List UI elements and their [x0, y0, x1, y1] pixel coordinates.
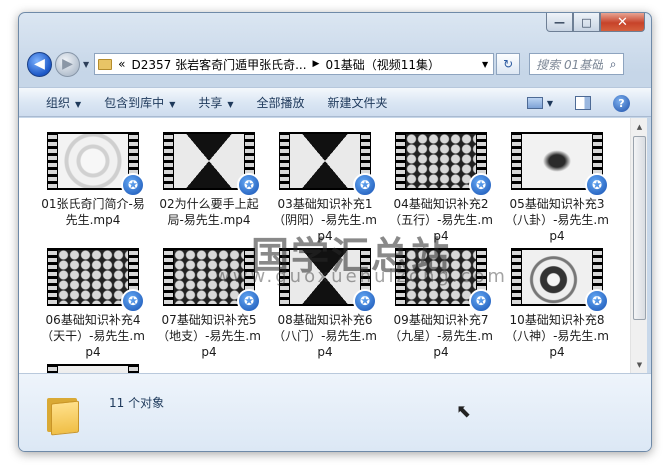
close-button[interactable]: ✕	[600, 13, 645, 32]
search-placeholder: 搜索 01基础...	[536, 57, 604, 72]
video-thumbnail: ✪	[511, 132, 609, 197]
address-bar[interactable]: « D2357 张岩客奇门遁甲张氏奇... ▶ 01基础（视频11集） ▼	[94, 53, 495, 75]
video-frame	[58, 366, 128, 373]
file-item[interactable]	[38, 364, 148, 373]
video-thumbnail: ✪	[395, 132, 493, 197]
file-name-label: 07基础知识补充5（地支）-易先生.mp4	[157, 313, 261, 359]
preview-pane-icon[interactable]	[575, 96, 591, 110]
share-label: 共享	[198, 95, 223, 110]
help-icon[interactable]: ?	[613, 94, 630, 112]
video-frame	[406, 134, 476, 188]
breadcrumb-parent[interactable]: D2357 张岩客奇门遁甲张氏奇...	[132, 56, 307, 73]
video-thumbnail: ✪	[279, 132, 377, 197]
video-thumbnail	[47, 364, 139, 373]
navigation-bar: ◀ ▶ ▼ « D2357 张岩客奇门遁甲张氏奇... ▶ 01基础（视频11集…	[27, 49, 643, 79]
scrollbar-thumb[interactable]	[633, 136, 646, 320]
new-folder-button[interactable]: 新建文件夹	[328, 94, 388, 111]
media-player-badge-icon: ✪	[353, 289, 377, 313]
change-view-icon[interactable]	[526, 97, 543, 109]
media-player-badge-icon: ✪	[469, 173, 493, 197]
scroll-up-icon[interactable]: ▲	[631, 118, 648, 135]
media-player-badge-icon: ✪	[353, 173, 377, 197]
chevron-down-icon: ▼	[227, 99, 234, 109]
video-frame	[522, 250, 592, 304]
file-name-label: 06基础知识补充4（天干）-易先生.mp4	[41, 313, 145, 359]
details-pane: 11 个对象 ⬉	[19, 373, 651, 451]
scroll-down-icon[interactable]: ▼	[631, 356, 648, 373]
vertical-scrollbar[interactable]: ▲ ▼	[630, 118, 647, 373]
minimize-button[interactable]: —	[546, 13, 573, 32]
chevron-down-icon: ▼	[169, 99, 176, 109]
organize-label: 组织	[46, 95, 71, 110]
command-bar-right: ▼ ?	[526, 88, 651, 118]
media-player-badge-icon: ✪	[469, 289, 493, 313]
back-button[interactable]: ◀	[27, 51, 52, 77]
video-frame	[290, 134, 360, 188]
search-icon[interactable]: ⌕	[603, 57, 623, 72]
address-dropdown-icon[interactable]: ▼	[482, 60, 488, 69]
view-options-dropdown-icon[interactable]: ▼	[547, 99, 553, 108]
explorer-window: — □ ✕ ◀ ▶ ▼ « D2357 张岩客奇门遁甲张氏奇... ▶ 01基础…	[18, 12, 652, 452]
media-player-badge-icon: ✪	[237, 289, 261, 313]
film-strip-thumbnail	[47, 364, 139, 373]
file-name-label: 09基础知识补充7（九星）-易先生.mp4	[389, 313, 493, 359]
command-bar: 组织 ▼ 包含到库中 ▼ 共享 ▼ 全部播放 新建文件夹 ▼ ?	[19, 87, 651, 117]
file-name-label: 08基础知识补充6（八门）-易先生.mp4	[273, 313, 377, 359]
include-library-label: 包含到库中	[104, 95, 165, 110]
search-box[interactable]: 搜索 01基础... ⌕	[529, 53, 625, 75]
video-frame	[174, 134, 244, 188]
file-name-label: 01张氏奇门简介-易先生.mp4	[41, 197, 145, 227]
video-thumbnail: ✪	[47, 248, 145, 313]
breadcrumb-current[interactable]: 01基础（视频11集）	[325, 56, 440, 73]
organize-menu[interactable]: 组织 ▼	[46, 94, 81, 111]
file-item[interactable]: ✪ 10基础知识补充8（八神）-易先生.mp4	[502, 248, 612, 360]
media-player-badge-icon: ✪	[585, 289, 609, 313]
mouse-cursor-icon: ⬉	[456, 401, 472, 422]
folder-icon	[98, 58, 113, 70]
file-item[interactable]: ✪ 06基础知识补充4（天干）-易先生.mp4	[38, 248, 148, 360]
file-name-label: 02为什么要手上起局-易先生.mp4	[159, 197, 259, 227]
file-name-label: 05基础知识补充3（八卦）-易先生.mp4	[505, 197, 609, 243]
include-library-menu[interactable]: 包含到库中 ▼	[104, 94, 175, 111]
media-player-badge-icon: ✪	[121, 173, 145, 197]
media-player-badge-icon: ✪	[585, 173, 609, 197]
video-frame	[58, 250, 128, 304]
video-thumbnail: ✪	[511, 248, 609, 313]
file-item[interactable]: ✪ 02为什么要手上起局-易先生.mp4	[154, 132, 264, 228]
video-thumbnail: ✪	[163, 132, 261, 197]
media-player-badge-icon: ✪	[237, 173, 261, 197]
video-frame	[522, 134, 592, 188]
video-thumbnail: ✪	[47, 132, 145, 197]
file-item[interactable]: ✪ 01张氏奇门简介-易先生.mp4	[38, 132, 148, 228]
address-overflow-chevron[interactable]: «	[118, 57, 125, 71]
video-frame	[58, 134, 128, 188]
folder-icon	[47, 394, 81, 436]
item-count: 11 个对象	[109, 396, 165, 410]
chevron-down-icon: ▼	[75, 99, 82, 109]
play-all-button[interactable]: 全部播放	[257, 94, 305, 111]
share-menu[interactable]: 共享 ▼	[198, 94, 233, 111]
file-item[interactable]: ✪ 05基础知识补充3（八卦）-易先生.mp4	[502, 132, 612, 244]
watermark-url: www.guoxuehuizong.com	[215, 266, 508, 287]
forward-button[interactable]: ▶	[55, 51, 80, 77]
file-name-label: 10基础知识补充8（八神）-易先生.mp4	[505, 313, 609, 359]
refresh-button[interactable]: ↻	[496, 53, 521, 75]
maximize-button[interactable]: □	[573, 13, 600, 32]
breadcrumb-separator-icon[interactable]: ▶	[313, 59, 320, 69]
media-player-badge-icon: ✪	[121, 289, 145, 313]
file-item[interactable]: ✪ 07基础知识补充5（地支）-易先生.mp4	[154, 248, 264, 360]
caption-buttons: — □ ✕	[546, 13, 645, 32]
recent-pages-dropdown[interactable]: ▼	[83, 60, 89, 69]
